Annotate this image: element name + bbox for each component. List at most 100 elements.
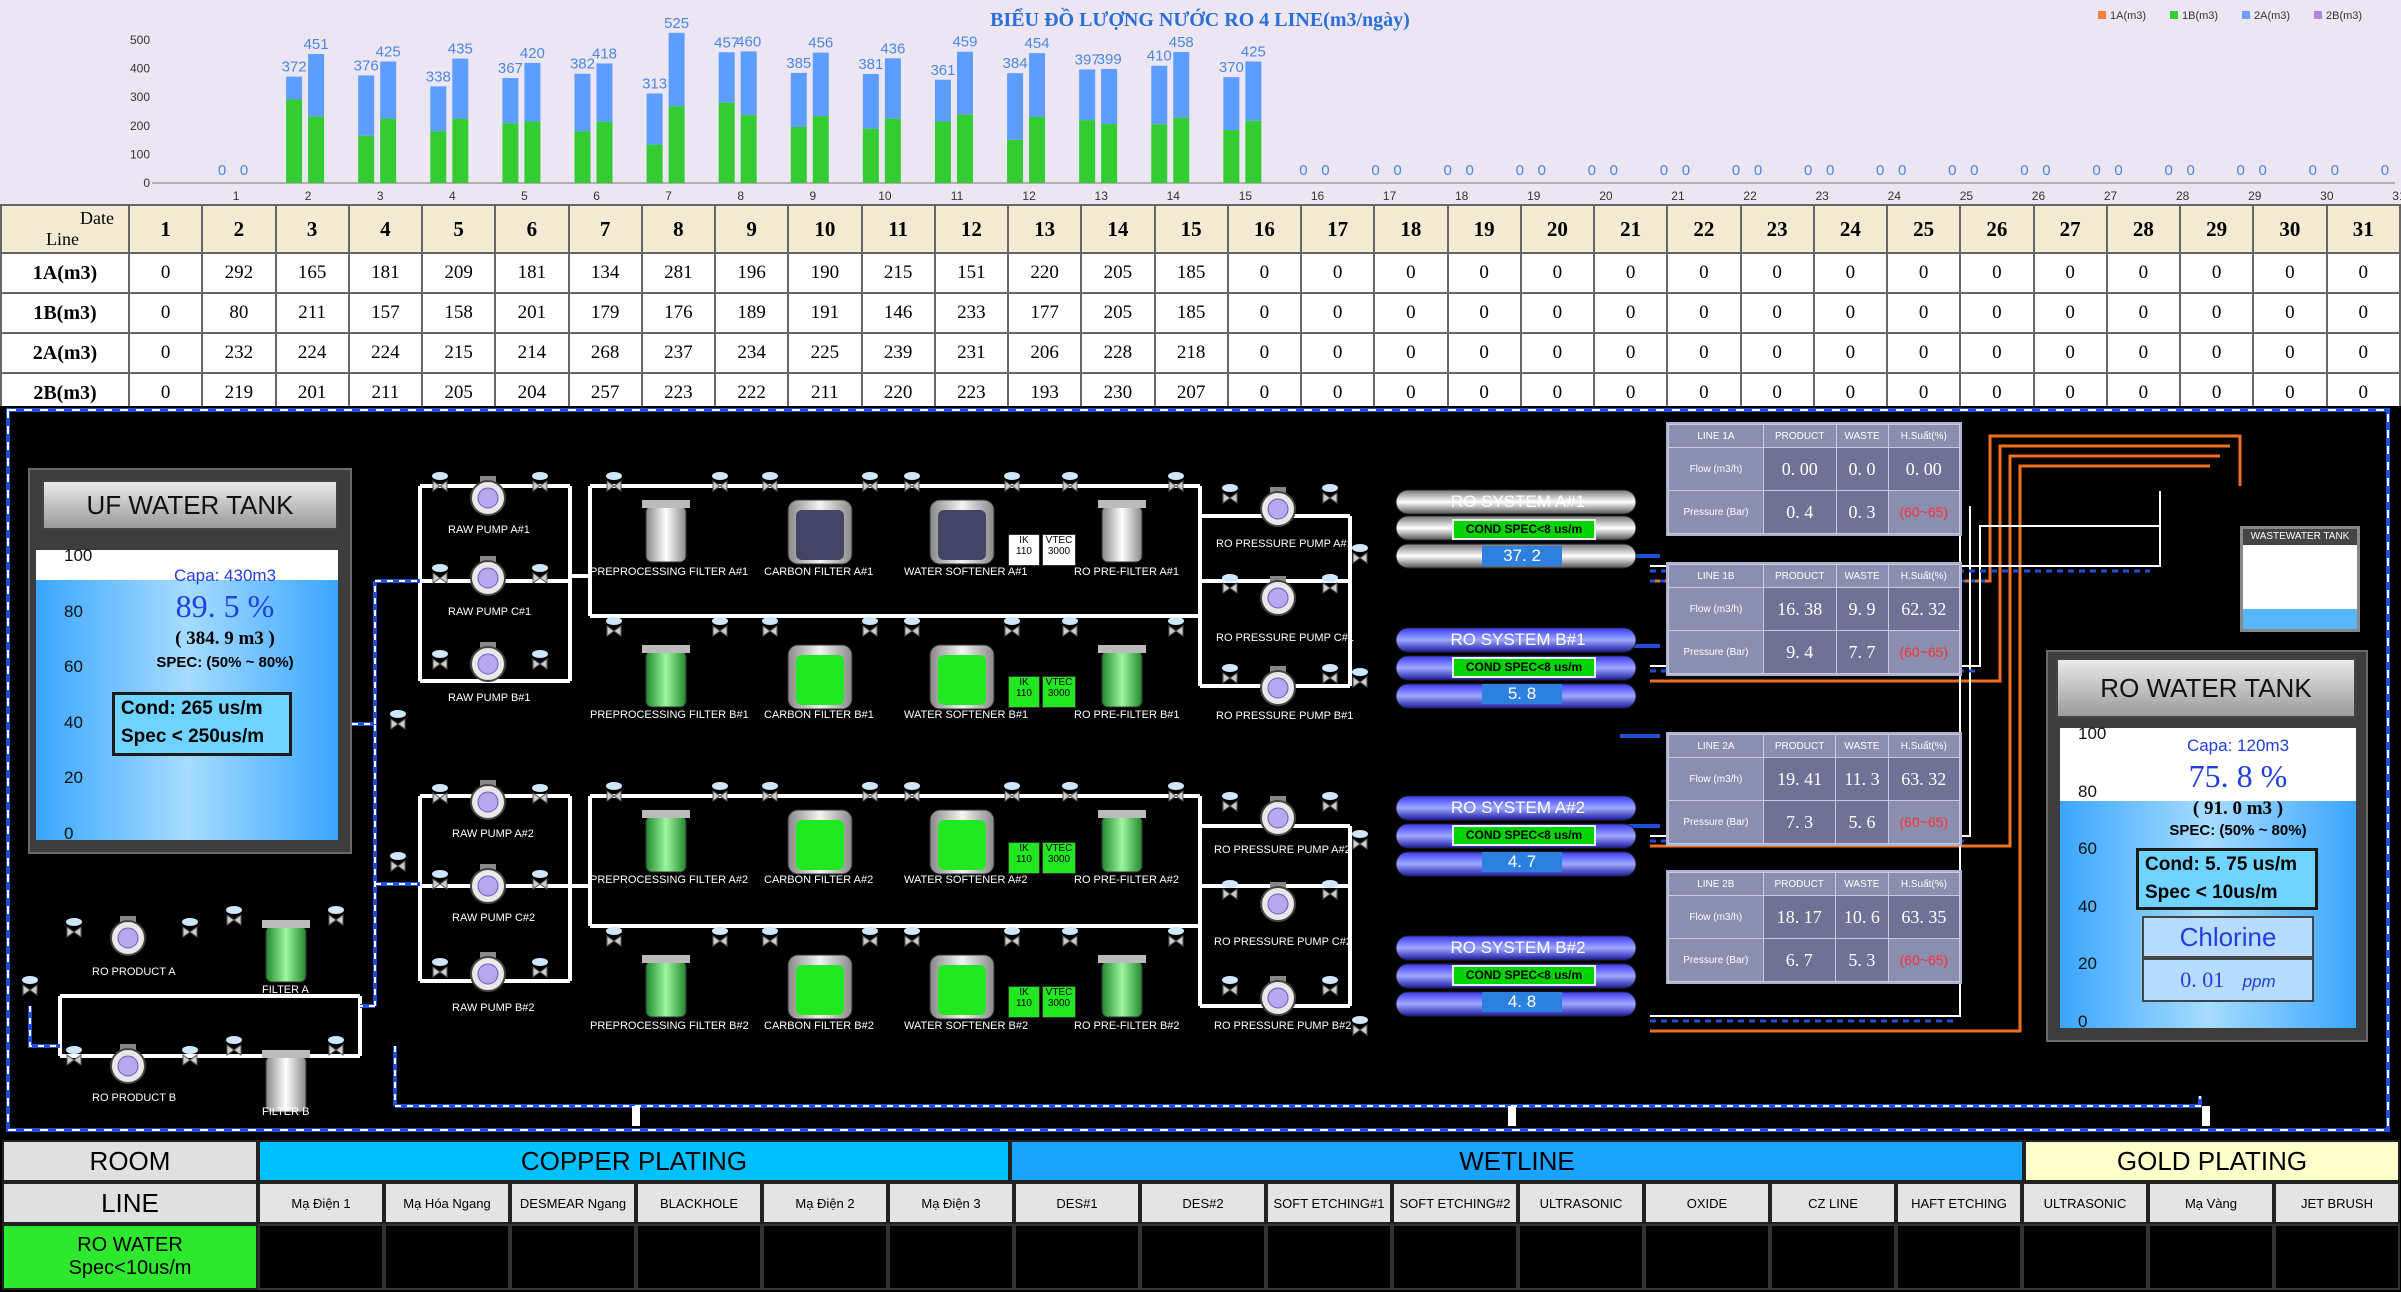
- table-cell: 185: [1153, 292, 1229, 334]
- ro-prefilter-1[interactable]: [1101, 650, 1143, 708]
- valve-icon[interactable]: [862, 790, 878, 802]
- valve-icon[interactable]: [1322, 492, 1338, 504]
- valve-icon[interactable]: [606, 790, 622, 802]
- valve-icon[interactable]: [712, 625, 728, 637]
- ro-system-name: RO SYSTEM A#1: [1450, 492, 1586, 511]
- valve-icon[interactable]: [606, 625, 622, 637]
- valve-icon[interactable]: [532, 966, 548, 978]
- valve-icon[interactable]: [712, 790, 728, 802]
- tank-scale-tick: 80: [64, 601, 83, 621]
- valve-icon[interactable]: [390, 718, 406, 730]
- valve-icon[interactable]: [328, 914, 344, 926]
- bar-base: [596, 121, 613, 183]
- valve-icon[interactable]: [1222, 888, 1238, 900]
- preprocessing-filter-1[interactable]: [645, 650, 687, 708]
- valve-icon[interactable]: [1062, 625, 1078, 637]
- valve-icon[interactable]: [904, 480, 920, 492]
- preprocessing-filter-0-cap: [642, 500, 690, 508]
- valve-icon[interactable]: [226, 1044, 242, 1056]
- valve-icon[interactable]: [1168, 625, 1184, 637]
- wastewater-tank-title: WASTEWATER TANK: [2243, 529, 2357, 545]
- valve-icon[interactable]: [862, 935, 878, 947]
- day-header: 20: [1519, 204, 1596, 254]
- valve-icon[interactable]: [390, 860, 406, 872]
- uf-tank-scale: 100 80 60 40 20 0: [50, 546, 92, 843]
- line-status-cell: [384, 1224, 510, 1290]
- table-cell: 0: [1299, 332, 1376, 374]
- bar-data-label: 0: [2259, 162, 2267, 179]
- ro-prefilter-3-cap: [1098, 955, 1146, 963]
- ro-prefilter-3[interactable]: [1101, 960, 1143, 1018]
- valve-icon[interactable]: [1322, 582, 1338, 594]
- valve-icon[interactable]: [862, 480, 878, 492]
- line-cell: SOFT ETCHING#2: [1392, 1182, 1518, 1224]
- filter-a[interactable]: [265, 925, 307, 983]
- valve-icon[interactable]: [904, 625, 920, 637]
- valve-icon[interactable]: [1352, 676, 1368, 688]
- ro-prefilter-0-cap: [1098, 500, 1146, 508]
- valve-icon[interactable]: [1062, 935, 1078, 947]
- valve-icon[interactable]: [1004, 625, 1020, 637]
- valve-icon[interactable]: [1004, 790, 1020, 802]
- valve-icon[interactable]: [66, 926, 82, 938]
- valve-icon[interactable]: [904, 790, 920, 802]
- panel-flow-waste: 0. 0: [1835, 447, 1889, 492]
- ro-prefilter-2[interactable]: [1101, 815, 1143, 873]
- valve-icon[interactable]: [862, 625, 878, 637]
- label-ro-product-a: RO PRODUCT A: [92, 966, 176, 978]
- table-cell: 0: [127, 292, 204, 334]
- vtec-indicator: VTEC 3000: [1042, 676, 1076, 708]
- preprocessing-filter-3[interactable]: [645, 960, 687, 1018]
- valve-icon[interactable]: [432, 480, 448, 492]
- valve-icon[interactable]: [762, 625, 778, 637]
- valve-icon[interactable]: [1222, 984, 1238, 996]
- valve-icon[interactable]: [1352, 1024, 1368, 1036]
- valve-icon[interactable]: [432, 658, 448, 670]
- bar-top: [646, 93, 663, 145]
- valve-icon[interactable]: [1222, 800, 1238, 812]
- valve-icon[interactable]: [226, 914, 242, 926]
- table-cell: 176: [640, 292, 717, 334]
- ro-cond-spec: Spec < 10us/m: [2145, 882, 2278, 903]
- valve-icon[interactable]: [532, 658, 548, 670]
- valve-icon[interactable]: [1222, 492, 1238, 504]
- valve-icon[interactable]: [1352, 838, 1368, 850]
- valve-icon[interactable]: [606, 935, 622, 947]
- line-status-cell: [1266, 1224, 1392, 1290]
- label-soft-b2: WATER SOFTENER B#2: [904, 1020, 1029, 1032]
- valve-icon[interactable]: [762, 790, 778, 802]
- valve-icon[interactable]: [1322, 984, 1338, 996]
- valve-icon[interactable]: [1004, 480, 1020, 492]
- valve-icon[interactable]: [22, 984, 38, 996]
- valve-icon[interactable]: [1168, 790, 1184, 802]
- valve-icon[interactable]: [712, 480, 728, 492]
- valve-icon[interactable]: [1222, 582, 1238, 594]
- preprocessing-filter-0[interactable]: [645, 505, 687, 563]
- valve-icon[interactable]: [1062, 790, 1078, 802]
- valve-icon[interactable]: [1322, 672, 1338, 684]
- valve-icon[interactable]: [1004, 935, 1020, 947]
- valve-icon[interactable]: [1168, 935, 1184, 947]
- filter-b[interactable]: [265, 1055, 307, 1113]
- valve-icon[interactable]: [762, 480, 778, 492]
- ro-system-name: RO SYSTEM B#1: [1450, 630, 1586, 649]
- valve-icon[interactable]: [532, 480, 548, 492]
- valve-icon[interactable]: [1322, 800, 1338, 812]
- valve-icon[interactable]: [328, 1044, 344, 1056]
- raw-pump-b2-impeller: [477, 963, 499, 985]
- valve-icon[interactable]: [762, 935, 778, 947]
- valve-icon[interactable]: [904, 935, 920, 947]
- valve-icon[interactable]: [182, 926, 198, 938]
- valve-icon[interactable]: [1168, 480, 1184, 492]
- ro-tank-scale: 100 80 60 40 20 0: [2064, 724, 2106, 1031]
- valve-icon[interactable]: [712, 935, 728, 947]
- valve-icon[interactable]: [1322, 888, 1338, 900]
- preprocessing-filter-2[interactable]: [645, 815, 687, 873]
- valve-icon[interactable]: [1222, 672, 1238, 684]
- day-header: 6: [494, 204, 570, 254]
- valve-icon[interactable]: [432, 966, 448, 978]
- valve-icon[interactable]: [606, 480, 622, 492]
- valve-icon[interactable]: [1352, 552, 1368, 564]
- valve-icon[interactable]: [1062, 480, 1078, 492]
- ro-prefilter-0[interactable]: [1101, 505, 1143, 563]
